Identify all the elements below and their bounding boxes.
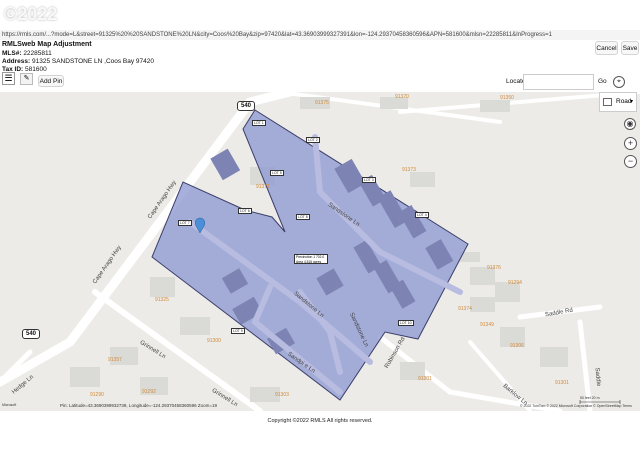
- scale-label: 50 feet 20 m: [580, 396, 599, 400]
- address-label: 91373: [402, 167, 416, 173]
- address-label: 91371: [256, 184, 270, 190]
- scale-right-label: 20 m: [591, 396, 600, 400]
- hwy-540-shield: 540: [237, 101, 255, 111]
- address-label: 91303: [275, 392, 289, 398]
- lot-tag: LOT 4: [415, 212, 429, 218]
- address-label: 91376: [487, 265, 501, 271]
- address-label: 91301: [555, 380, 569, 386]
- page-title: RMLSweb Map Adjustment: [2, 41, 92, 48]
- watermark: ©2022: [4, 4, 58, 24]
- lot-tag: LOT 5: [270, 170, 284, 176]
- zoom-in-icon[interactable]: +: [624, 137, 637, 150]
- lot-tag: LOT 10: [398, 320, 414, 326]
- mls-label: MLS#:: [2, 50, 22, 57]
- parcel-info-box: Precinction 1 702.0 Area 4.515 acres: [294, 254, 328, 264]
- menu-button[interactable]: ☰: [2, 72, 15, 85]
- address-label: Address:: [2, 58, 31, 65]
- mls-value: 22285811: [23, 50, 52, 57]
- pencil-icon: ✎: [23, 75, 30, 82]
- address-label: 91357: [108, 357, 122, 363]
- lot-tag: LOT 1: [252, 120, 266, 126]
- lot-tag: LOT 6: [238, 208, 252, 214]
- status-text: Pin: Latitude=43.3690399932739, Longitud…: [60, 403, 218, 408]
- zoom-out-icon[interactable]: −: [624, 155, 637, 168]
- lot-tag: LOT 9: [231, 328, 245, 334]
- precinct-line: Precinction 1 702.0: [296, 255, 325, 259]
- address-line: Address: 91325 SANDSTONE LN ,Coos Bay 97…: [2, 58, 154, 65]
- url-bar: https://rmls.com/...?mode=L&street=91325…: [0, 30, 640, 40]
- locate-me-icon[interactable]: ⌖: [613, 76, 625, 88]
- page-header: RMLSweb Map Adjustment MLS#: 22285811 Ad…: [0, 40, 640, 74]
- map-layer-icon: [603, 98, 612, 106]
- address-label: 91301: [418, 376, 432, 382]
- current-location-icon[interactable]: ◉: [624, 118, 636, 130]
- address-label: 91292: [142, 389, 156, 395]
- lot-tag: LOT 8: [296, 214, 310, 220]
- hamburger-icon: ☰: [4, 73, 13, 83]
- lot-tag: LOT 3: [362, 177, 376, 183]
- area-line: Area 4.515 acres: [296, 259, 322, 264]
- save-button[interactable]: Save: [621, 41, 639, 55]
- edit-button[interactable]: ✎: [20, 73, 33, 85]
- address-label: 91300: [207, 338, 221, 344]
- address-label: 91325: [155, 297, 169, 303]
- mls-line: MLS#: 22285811: [2, 50, 52, 57]
- locate-input[interactable]: [523, 74, 594, 90]
- provider-logo: Microsoft: [2, 403, 17, 407]
- chevron-down-icon: ▾: [629, 99, 633, 105]
- address-label: 91370: [395, 94, 409, 100]
- address-label: 91294: [508, 280, 522, 286]
- go-button[interactable]: Go: [598, 78, 607, 85]
- address-label: 91306: [510, 343, 524, 349]
- address-label: 91374: [458, 306, 472, 312]
- add-pin-button[interactable]: Add Pin: [38, 75, 64, 87]
- address-label: 91350: [500, 95, 514, 101]
- map-canvas[interactable]: 540 540 Cape Arago Hwy Cape Arago Hwy Sa…: [0, 92, 640, 411]
- map-layer-dropdown[interactable]: Road ▾: [599, 92, 637, 112]
- cancel-button[interactable]: Cancel: [595, 41, 618, 55]
- address-label: 91375: [315, 100, 329, 106]
- scale-left-label: 50 feet: [580, 396, 591, 400]
- footer-copyright: Copyright ©2022 RMLS All rights reserved…: [267, 418, 373, 424]
- hwy-540-shield-south: 540: [22, 329, 40, 339]
- map-attribution: © 2022 TomTom © 2022 Microsoft Corporati…: [520, 404, 632, 408]
- address-label: 91290: [90, 392, 104, 398]
- map-graphic: [0, 92, 640, 411]
- address-label: 91349: [480, 322, 494, 328]
- taxid-value: 581600: [25, 66, 47, 73]
- lot-tag: LOT 2: [306, 137, 320, 143]
- lot-tag: LOT 7: [178, 220, 192, 226]
- address-value: 91325 SANDSTONE LN ,Coos Bay 97420: [32, 58, 155, 65]
